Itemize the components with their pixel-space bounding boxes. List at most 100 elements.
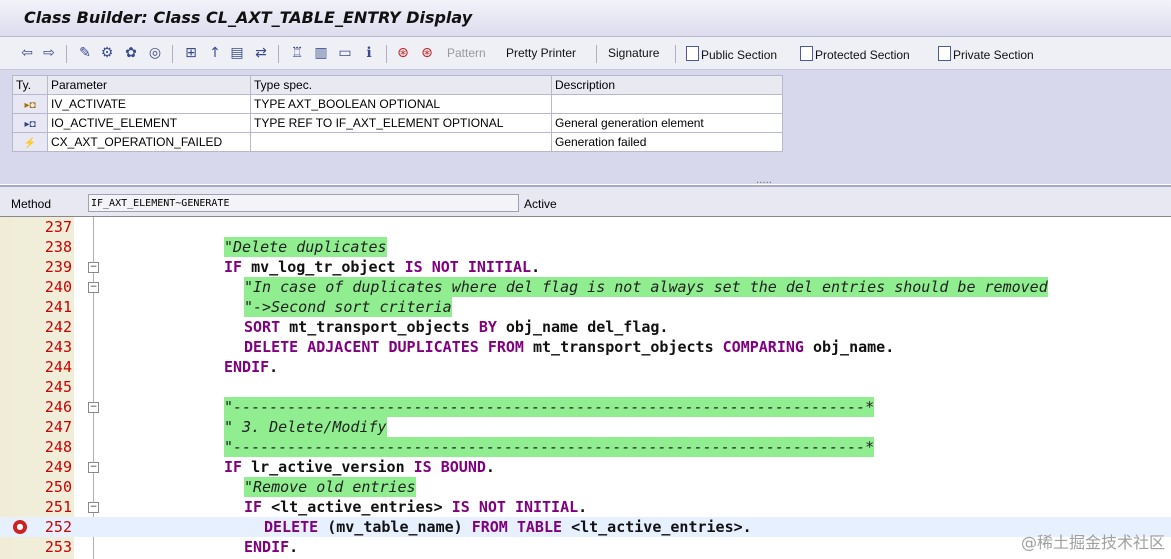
column-header-description[interactable]: Description: [551, 75, 783, 95]
parameter-table: Ty. Parameter Type spec. Description ▸◘ …: [12, 75, 783, 152]
pattern-button[interactable]: Pattern: [447, 46, 486, 60]
navigate-icon[interactable]: ⇄: [252, 44, 270, 62]
toolbar-separator: [278, 45, 279, 63]
signature-button[interactable]: Signature: [608, 46, 659, 60]
hierarchy-icon[interactable]: ♖: [288, 44, 306, 62]
display-change-icon[interactable]: ⚙: [98, 44, 116, 62]
code-comment: "---------------------------------------…: [224, 437, 875, 457]
column-header-type-spec[interactable]: Type spec.: [250, 75, 552, 95]
method-name-field[interactable]: IF_AXT_ELEMENT~GENERATE: [88, 194, 519, 212]
window-title: Class Builder: Class CL_AXT_TABLE_ENTRY …: [24, 8, 473, 27]
parameter-name[interactable]: IO_ACTIVE_ELEMENT: [47, 113, 251, 133]
code-editor[interactable]: 237 238 "Delete duplicates 239 − IF mv_l…: [0, 216, 1171, 559]
application-toolbar: ⇦ ⇨ ✎ ⚙ ✿ ◎ ⊞ ↑ ▤ ⇄ ♖ ▥ ▭ ℹ ⊛ ⊛ Pattern …: [0, 37, 1171, 70]
parameter-name[interactable]: IV_ACTIVATE: [47, 94, 251, 114]
toolbar-separator: [66, 45, 67, 63]
parameter-description[interactable]: General generation element: [551, 113, 783, 133]
code-text: ENDIF.: [244, 538, 299, 556]
session-breakpoint-icon[interactable]: ⊛: [418, 44, 436, 62]
collapse-block-icon[interactable]: −: [88, 282, 99, 293]
line-number: 252: [44, 518, 72, 536]
protected-section-button[interactable]: Protected Section: [800, 46, 910, 62]
public-section-button[interactable]: Public Section: [686, 46, 777, 62]
code-comment: " 3. Delete/Modify: [224, 417, 387, 437]
code-text: DELETE ADJACENT DUPLICATES FROM mt_trans…: [244, 338, 895, 356]
code-line[interactable]: 239 − IF mv_log_tr_object IS NOT INITIAL…: [0, 257, 1171, 277]
code-comment: "Remove old entries: [244, 477, 416, 497]
code-text: IF lr_active_version IS BOUND.: [224, 458, 495, 476]
pretty-printer-button[interactable]: Pretty Printer: [506, 46, 576, 60]
back-arrow-icon[interactable]: ⇦: [18, 44, 36, 62]
title-bar: Class Builder: Class CL_AXT_TABLE_ENTRY …: [0, 0, 1171, 37]
parameter-type[interactable]: TYPE AXT_BOOLEAN OPTIONAL: [250, 94, 552, 114]
insert-icon[interactable]: ↑: [206, 44, 224, 62]
code-line-current[interactable]: ● 252 DELETE (mv_table_name) FROM TABLE …: [0, 517, 1171, 537]
collapse-block-icon[interactable]: −: [88, 502, 99, 513]
activate-icon[interactable]: ✿: [122, 44, 140, 62]
line-number: 246: [44, 398, 72, 416]
parameter-type[interactable]: TYPE REF TO IF_AXT_ELEMENT OPTIONAL: [250, 113, 552, 133]
line-number: 238: [44, 238, 72, 256]
line-number: 250: [44, 478, 72, 496]
exception-icon: ⚡: [12, 132, 48, 152]
table-row[interactable]: ▸◘ IO_ACTIVE_ELEMENT TYPE REF TO IF_AXT_…: [12, 113, 783, 133]
parameter-description[interactable]: [551, 94, 783, 114]
code-text: SORT mt_transport_objects BY obj_name de…: [244, 318, 669, 336]
column-header-type[interactable]: Ty.: [12, 75, 48, 95]
layout-icon[interactable]: ▭: [336, 44, 354, 62]
activation-status: Active: [524, 197, 557, 211]
code-text: DELETE (mv_table_name) FROM TABLE <lt_ac…: [264, 518, 752, 536]
code-line[interactable]: 243 DELETE ADJACENT DUPLICATES FROM mt_t…: [0, 337, 1171, 357]
code-line[interactable]: 240 − "In case of duplicates where del f…: [0, 277, 1171, 297]
code-line[interactable]: 247 " 3. Delete/Modify: [0, 417, 1171, 437]
info-icon[interactable]: ℹ: [360, 44, 378, 62]
collapse-block-icon[interactable]: −: [88, 262, 99, 273]
forward-arrow-icon[interactable]: ⇨: [40, 44, 58, 62]
code-comment: "In case of duplicates where del flag is…: [244, 277, 1048, 297]
line-number: 239: [44, 258, 72, 276]
code-line[interactable]: 246 − "---------------------------------…: [0, 397, 1171, 417]
code-line[interactable]: 249 − IF lr_active_version IS BOUND.: [0, 457, 1171, 477]
code-comment: "---------------------------------------…: [224, 397, 875, 417]
parameter-name[interactable]: CX_AXT_OPERATION_FAILED: [47, 132, 251, 152]
importing-icon: ▸◘: [12, 94, 48, 114]
code-line[interactable]: 245: [0, 377, 1171, 397]
method-label: Method: [11, 197, 52, 211]
edit-pencil-icon[interactable]: ✎: [76, 44, 94, 62]
code-text: ENDIF.: [224, 358, 279, 376]
print-icon[interactable]: ▥: [312, 44, 330, 62]
column-header-parameter[interactable]: Parameter: [47, 75, 251, 95]
document-icon: [686, 46, 699, 61]
parameter-panel: Ty. Parameter Type spec. Description ▸◘ …: [0, 70, 1171, 186]
check-icon[interactable]: ▤: [228, 44, 246, 62]
collapse-block-icon[interactable]: −: [88, 402, 99, 413]
parameter-type[interactable]: [250, 132, 552, 152]
code-line[interactable]: 251 − IF <lt_active_entries> IS NOT INIT…: [0, 497, 1171, 517]
line-number: 251: [44, 498, 72, 516]
breakpoint-icon[interactable]: ⊛: [394, 44, 412, 62]
toolbar-separator: [675, 45, 676, 63]
line-number: 241: [44, 298, 72, 316]
code-line[interactable]: 242 SORT mt_transport_objects BY obj_nam…: [0, 317, 1171, 337]
code-line[interactable]: 241 "->Second sort criteria: [0, 297, 1171, 317]
collapse-block-icon[interactable]: −: [88, 462, 99, 473]
code-line[interactable]: 253 ENDIF.: [0, 537, 1171, 557]
line-number: 253: [44, 538, 72, 556]
line-number: 237: [44, 218, 72, 236]
object-list-icon[interactable]: ⊞: [182, 44, 200, 62]
where-used-icon[interactable]: ◎: [146, 44, 164, 62]
table-row[interactable]: ▸◘ IV_ACTIVATE TYPE AXT_BOOLEAN OPTIONAL: [12, 94, 783, 114]
table-row[interactable]: ⚡ CX_AXT_OPERATION_FAILED Generation fai…: [12, 132, 783, 152]
code-line[interactable]: 250 "Remove old entries: [0, 477, 1171, 497]
code-line[interactable]: 237: [0, 217, 1171, 237]
line-number: 243: [44, 338, 72, 356]
line-number: 247: [44, 418, 72, 436]
code-line[interactable]: 244 ENDIF.: [0, 357, 1171, 377]
private-section-button[interactable]: Private Section: [938, 46, 1034, 62]
toolbar-separator: [596, 45, 597, 63]
public-section-label: Public Section: [701, 48, 778, 62]
parameter-description[interactable]: Generation failed: [551, 132, 783, 152]
code-line[interactable]: 248 "-----------------------------------…: [0, 437, 1171, 457]
line-number: 244: [44, 358, 72, 376]
code-line[interactable]: 238 "Delete duplicates: [0, 237, 1171, 257]
